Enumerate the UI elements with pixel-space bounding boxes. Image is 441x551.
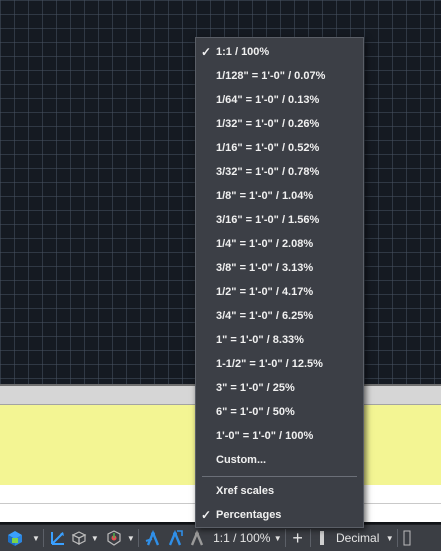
- separator: [396, 529, 398, 547]
- menu-item-3-16-1-0-1-56[interactable]: 3/16" = 1'-0" / 1.56%: [196, 208, 363, 232]
- menu-item-1-4-1-0-2-08[interactable]: 1/4" = 1'-0" / 2.08%: [196, 232, 363, 256]
- chevron-down-icon[interactable]: ▼: [91, 534, 99, 543]
- menu-item-label: 1/128" = 1'-0" / 0.07%: [216, 70, 326, 82]
- menu-item-1-64-1-0-0-13[interactable]: 1/64" = 1'-0" / 0.13%: [196, 88, 363, 112]
- chevron-down-icon[interactable]: ▼: [274, 534, 282, 543]
- menu-item-percentages[interactable]: ✓ Percentages: [196, 503, 363, 527]
- auto-scale-icon[interactable]: [164, 526, 186, 550]
- menu-item-label: 1/2" = 1'-0" / 4.17%: [216, 286, 314, 298]
- menu-item-label: Xref scales: [216, 485, 275, 497]
- menu-item-label: 3" = 1'-0" / 25%: [216, 382, 295, 394]
- menu-item-1-128-1-0-0-07[interactable]: 1/128" = 1'-0" / 0.07%: [196, 64, 363, 88]
- menu-item-label: Percentages: [216, 509, 282, 521]
- ucs-icon[interactable]: [47, 526, 69, 550]
- menu-item-label: 1/32" = 1'-0" / 0.26%: [216, 118, 320, 130]
- menu-item-3-32-1-0-0-78[interactable]: 3/32" = 1'-0" / 0.78%: [196, 160, 363, 184]
- separator: [137, 529, 139, 547]
- separator: [284, 529, 286, 547]
- menu-item-3-4-1-0-6-25[interactable]: 3/4" = 1'-0" / 6.25%: [196, 304, 363, 328]
- menu-item-label: Custom...: [216, 454, 267, 466]
- menu-item-6-1-0-50[interactable]: 6" = 1'-0" / 50%: [196, 400, 363, 424]
- annotation-scale-icon[interactable]: [186, 526, 208, 550]
- menu-item-label: 1'-0" = 1'-0" / 100%: [216, 430, 314, 442]
- annotation-visibility-icon[interactable]: [142, 526, 164, 550]
- menu-item-label: 1-1/2" = 1'-0" / 12.5%: [216, 358, 323, 370]
- menu-item-1-16-1-0-0-52[interactable]: 1/16" = 1'-0" / 0.52%: [196, 136, 363, 160]
- menu-item-1-1-100[interactable]: ✓ 1:1 / 100%: [196, 40, 363, 64]
- menu-item-label: 1" = 1'-0" / 8.33%: [216, 334, 304, 346]
- workspace-cube-icon[interactable]: [0, 526, 30, 550]
- units-value[interactable]: Decimal: [332, 526, 384, 550]
- status-bar: ▼ ▼ ▼ 1:1 / 100% ▼ + Decimal ▼: [0, 524, 441, 551]
- menu-item-1-2-1-0-4-17[interactable]: 1/2" = 1'-0" / 4.17%: [196, 280, 363, 304]
- separator: [309, 529, 311, 547]
- menu-item-1-1-0-8-33[interactable]: 1" = 1'-0" / 8.33%: [196, 328, 363, 352]
- chevron-down-icon[interactable]: ▼: [386, 534, 394, 543]
- menu-item-label: 6" = 1'-0" / 50%: [216, 406, 295, 418]
- menu-item-label: 1:1 / 100%: [216, 46, 270, 58]
- menu-item-1-8-1-0-1-04[interactable]: 1/8" = 1'-0" / 1.04%: [196, 184, 363, 208]
- quick-properties-icon[interactable]: [401, 526, 413, 550]
- menu-item-1-1-2-1-0-12-5[interactable]: 1-1/2" = 1'-0" / 12.5%: [196, 352, 363, 376]
- menu-item-label: 1/8" = 1'-0" / 1.04%: [216, 190, 314, 202]
- menu-item-label: 3/4" = 1'-0" / 6.25%: [216, 310, 314, 322]
- menu-item-label: 3/8" = 1'-0" / 3.13%: [216, 262, 314, 274]
- menu-item-1-0-1-0-100[interactable]: 1'-0" = 1'-0" / 100%: [196, 424, 363, 448]
- menu-item-3-1-0-25[interactable]: 3" = 1'-0" / 25%: [196, 376, 363, 400]
- annotation-scale-menu: ✓ 1:1 / 100% 1/128" = 1'-0" / 0.07% 1/64" =…: [195, 37, 364, 528]
- lineweight-icon[interactable]: [314, 526, 330, 550]
- check-icon: ✓: [201, 508, 212, 522]
- menu-item-1-32-1-0-0-26[interactable]: 1/32" = 1'-0" / 0.26%: [196, 112, 363, 136]
- chevron-down-icon[interactable]: ▼: [127, 534, 135, 543]
- menu-item-xref-scales[interactable]: Xref scales: [196, 479, 363, 503]
- menu-item-custom[interactable]: Custom...: [196, 448, 363, 472]
- annotation-scale-value[interactable]: 1:1 / 100%: [212, 526, 272, 550]
- separator: [42, 529, 44, 547]
- gizmo-icon[interactable]: [103, 526, 125, 550]
- chevron-down-icon[interactable]: ▼: [32, 534, 40, 543]
- menu-item-label: 1/4" = 1'-0" / 2.08%: [216, 238, 314, 250]
- plus-icon[interactable]: +: [289, 526, 307, 550]
- menu-item-label: 1/16" = 1'-0" / 0.52%: [216, 142, 320, 154]
- menu-item-label: 1/64" = 1'-0" / 0.13%: [216, 94, 320, 106]
- box-icon[interactable]: [69, 526, 89, 550]
- menu-divider: [202, 476, 357, 477]
- check-icon: ✓: [201, 45, 212, 59]
- menu-item-label: 3/16" = 1'-0" / 1.56%: [216, 214, 320, 226]
- menu-item-3-8-1-0-3-13[interactable]: 3/8" = 1'-0" / 3.13%: [196, 256, 363, 280]
- menu-item-label: 3/32" = 1'-0" / 0.78%: [216, 166, 320, 178]
